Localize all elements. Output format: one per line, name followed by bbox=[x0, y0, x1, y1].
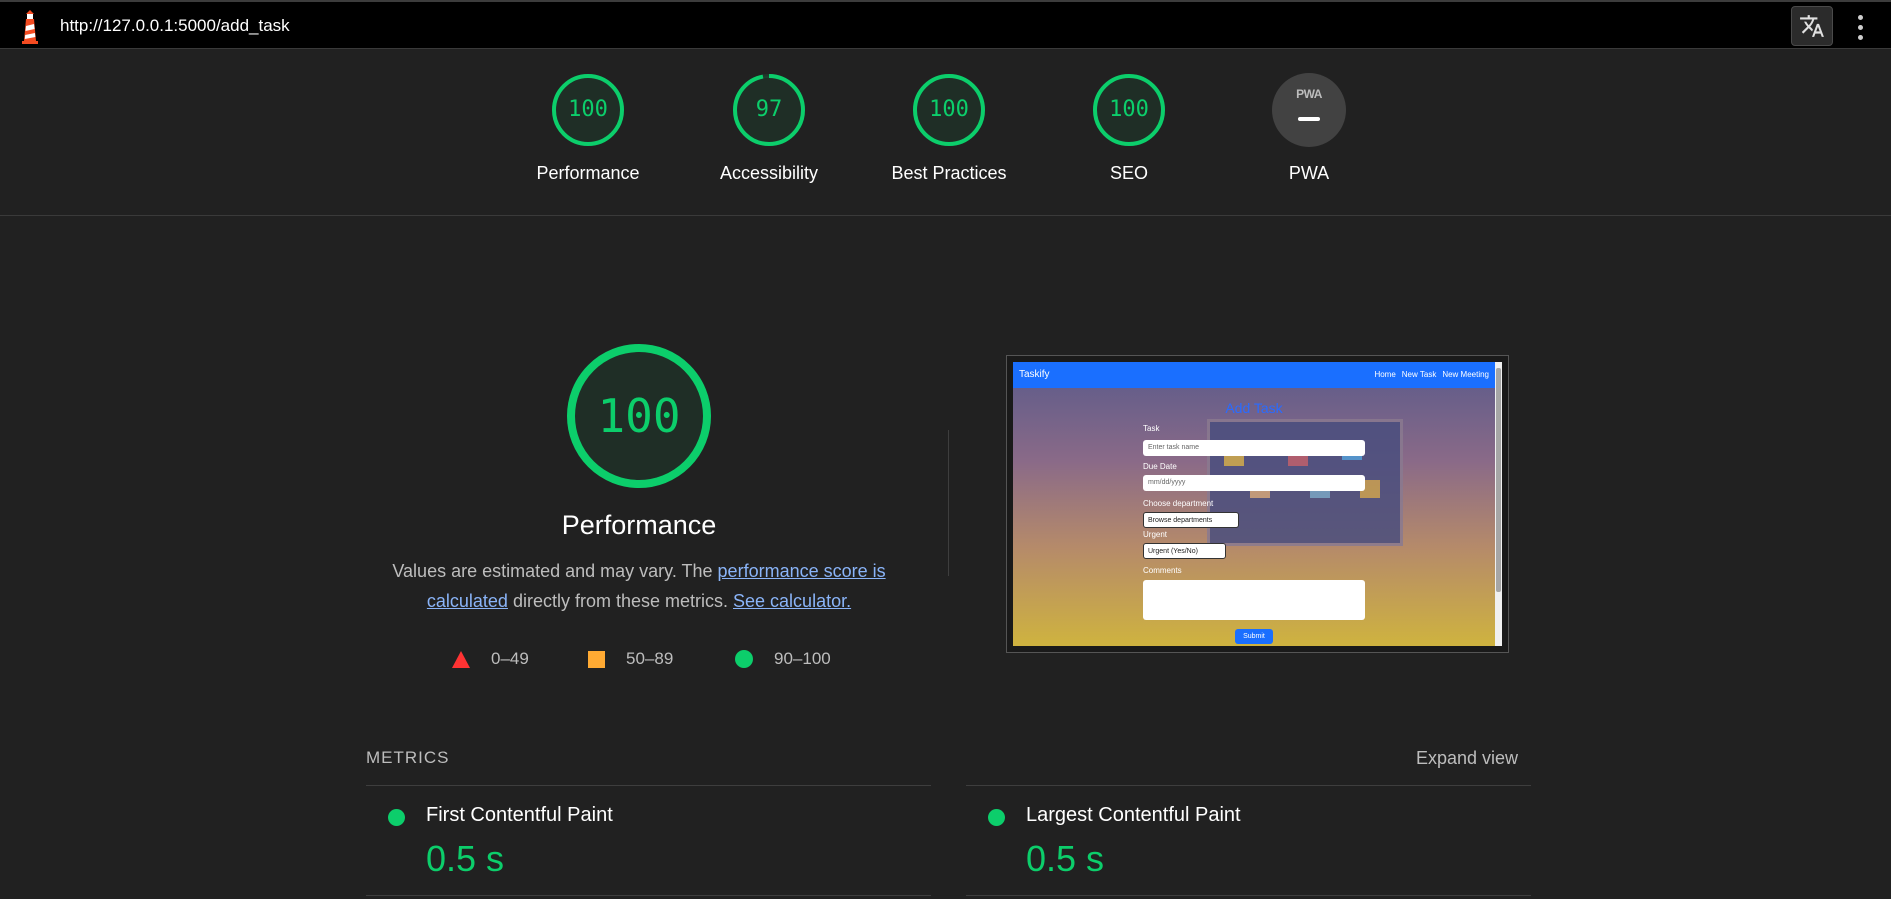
top-bar: http://127.0.0.1:5000/add_task bbox=[0, 0, 1891, 49]
category-summary: 100 Performance 97 Accessibility 100 Bes… bbox=[0, 49, 1891, 216]
metric-value: 0.5 s bbox=[426, 838, 505, 879]
gauge-label: Performance bbox=[536, 163, 640, 183]
metric-title: First Contentful Paint bbox=[426, 804, 613, 826]
pass-circle-icon bbox=[388, 809, 405, 826]
circle-icon bbox=[735, 650, 753, 668]
gauge-score: 100 bbox=[929, 97, 969, 122]
gauge-performance[interactable]: 100 Performance bbox=[498, 73, 678, 184]
lighthouse-icon bbox=[22, 10, 38, 44]
gauge-seo[interactable]: 100 SEO bbox=[1039, 73, 1219, 184]
gauge-pwa[interactable]: PWA PWA bbox=[1219, 73, 1399, 184]
gauge-best-practices[interactable]: 100 Best Practices bbox=[859, 73, 1039, 184]
pass-circle-icon bbox=[988, 809, 1005, 826]
pwa-badge: PWA bbox=[1272, 73, 1346, 147]
preview-navbar: Taskify Home New Task New Meeting bbox=[1013, 362, 1495, 388]
gauge-score: 97 bbox=[755, 97, 783, 122]
metrics-heading: METRICS bbox=[366, 748, 450, 767]
performance-score: 100 bbox=[597, 389, 681, 443]
gauge-label: PWA bbox=[1288, 163, 1330, 183]
legend-average: 50–89 bbox=[588, 648, 673, 670]
triangle-icon bbox=[452, 650, 470, 668]
translate-button[interactable] bbox=[1791, 6, 1833, 46]
metric-value: 0.5 s bbox=[1026, 838, 1105, 879]
translate-icon bbox=[1800, 15, 1824, 37]
expand-view-toggle[interactable]: Expand view bbox=[1416, 748, 1518, 769]
page-url: http://127.0.0.1:5000/add_task bbox=[60, 16, 290, 35]
gauge-score: 100 bbox=[568, 97, 608, 122]
gauge-accessibility[interactable]: 97 Accessibility bbox=[679, 73, 859, 184]
square-icon bbox=[588, 650, 605, 668]
preview-scrollbar bbox=[1495, 362, 1502, 646]
legend-pass: 90–100 bbox=[735, 648, 831, 670]
performance-description: Values are estimated and may vary. The p… bbox=[392, 561, 886, 611]
more-menu-button[interactable] bbox=[1845, 8, 1875, 46]
more-vert-icon bbox=[1857, 14, 1863, 20]
gauge-label: SEO bbox=[1109, 163, 1148, 183]
performance-title: Performance bbox=[561, 510, 717, 540]
legend-fail: 0–49 bbox=[452, 648, 529, 670]
gauge-label: Accessibility bbox=[719, 163, 819, 183]
pwa-badge-text: PWA bbox=[1296, 87, 1322, 101]
pwa-dash-icon bbox=[1298, 117, 1320, 121]
divider bbox=[948, 430, 949, 576]
gauge-score: 100 bbox=[1109, 97, 1149, 122]
metric-title: Largest Contentful Paint bbox=[1026, 804, 1241, 826]
gauge-label: Best Practices bbox=[891, 163, 1007, 183]
see-calculator-link[interactable]: See calculator. bbox=[733, 591, 851, 611]
final-screenshot[interactable]: Taskify Home New Task New Meeting Add Ta… bbox=[1006, 355, 1509, 653]
